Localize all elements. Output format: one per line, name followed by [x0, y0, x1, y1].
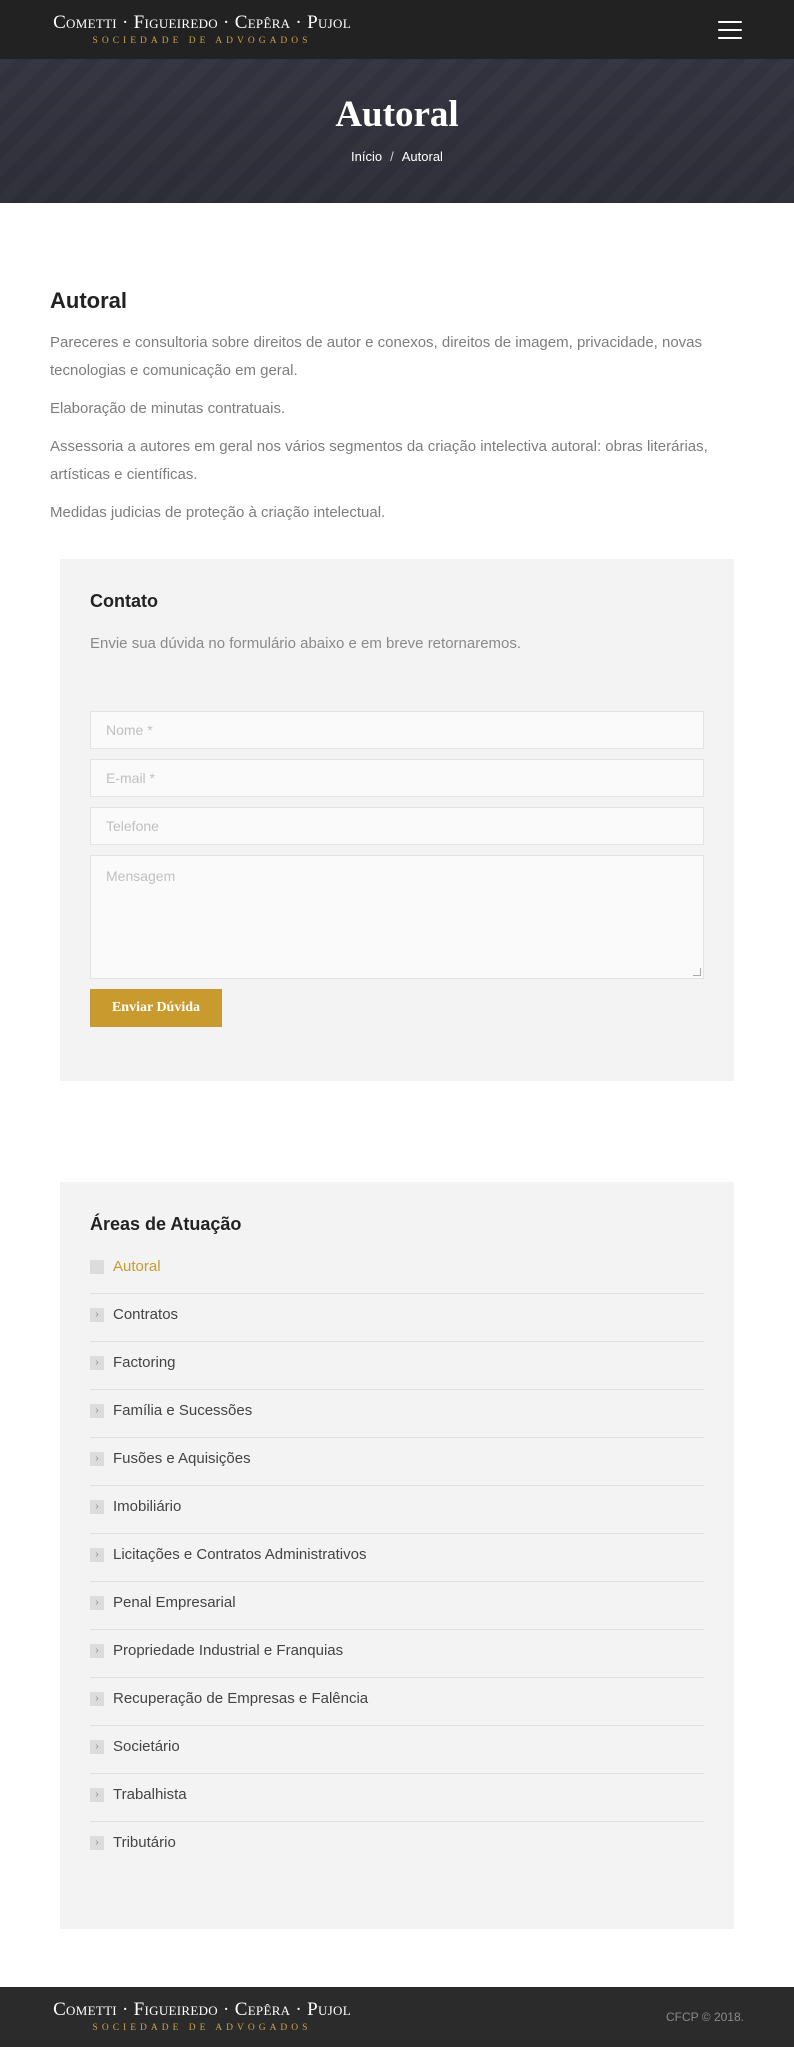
chevron-right-icon: ›: [90, 1404, 104, 1418]
chevron-right-icon: ›: [90, 1836, 104, 1850]
practice-area-item[interactable]: › Imobiliário: [90, 1486, 704, 1534]
practice-areas-card: Áreas de Atuação Autoral › Contratos › Fac…: [60, 1182, 734, 1929]
description-text: Pareceres e consultoria sobre direitos d…: [50, 329, 744, 527]
practice-area-label: Autoral: [113, 1258, 161, 1275]
practice-area-item[interactable]: › Factoring: [90, 1342, 704, 1390]
practice-area-item[interactable]: › Societário: [90, 1726, 704, 1774]
chevron-right-icon: ›: [90, 1500, 104, 1514]
contact-description: Envie sua dúvida no formulário abaixo e …: [90, 635, 522, 652]
practice-areas-list: Autoral › Contratos › Factoring › Família e…: [90, 1246, 704, 1870]
practice-area-item[interactable]: › Penal Empresarial: [90, 1582, 704, 1630]
chevron-right-icon: ›: [90, 1788, 104, 1802]
chevron-right-icon: ›: [90, 1644, 104, 1658]
description-paragraph: Elaboração de minutas contratuais.: [50, 400, 286, 417]
submit-button[interactable]: Enviar Dúvida: [90, 989, 222, 1027]
hamburger-icon[interactable]: [718, 20, 742, 39]
practice-area-item[interactable]: › Trabalhista: [90, 1774, 704, 1822]
phone-field[interactable]: Telefone: [90, 807, 704, 845]
contact-form: Nome * E-mail * Telefone Mensagem Enviar…: [90, 711, 704, 1027]
contact-card: Contato Envie sua dúvida no formulário a…: [60, 559, 734, 1081]
name-field[interactable]: Nome *: [90, 711, 704, 749]
chevron-right-icon: ›: [90, 1308, 104, 1322]
practice-area-item[interactable]: Autoral: [90, 1246, 704, 1294]
practice-area-item[interactable]: › Licitações e Contratos Administrativos: [90, 1534, 704, 1582]
practice-areas-title: Áreas de Atuação: [90, 1214, 242, 1234]
practice-area-label: Fusões e Aquisições: [113, 1450, 251, 1467]
contact-title: Contato: [90, 591, 158, 611]
practice-area-label: Imobiliário: [113, 1498, 182, 1515]
message-placeholder: Mensagem: [106, 868, 176, 884]
checkbox-icon: [90, 1260, 104, 1274]
main-content: Autoral Pareceres e consultoria sobre di…: [0, 287, 794, 1929]
breadcrumb-current: Autoral: [401, 149, 443, 164]
footer-logo-subtitle: SOCIEDADE DE ADVOGADOS: [92, 2023, 312, 2033]
logo-subtitle: SOCIEDADE DE ADVOGADOS: [92, 35, 312, 46]
practice-area-label: Tributário: [113, 1834, 176, 1851]
breadcrumb: Início / Autoral: [351, 149, 443, 164]
copyright-text: CFCP © 2018.: [666, 2010, 744, 2024]
practice-area-item[interactable]: › Família e Sucessões: [90, 1390, 704, 1438]
chevron-right-icon: ›: [90, 1596, 104, 1610]
practice-area-item[interactable]: › Tributário: [90, 1822, 704, 1870]
practice-area-label: Propriedade Industrial e Franquias: [113, 1642, 344, 1659]
practice-area-label: Licitações e Contratos Administrativos: [113, 1546, 367, 1563]
practice-area-item[interactable]: › Propriedade Industrial e Franquias: [90, 1630, 704, 1678]
practice-area-item[interactable]: › Recuperação de Empresas e Falência: [90, 1678, 704, 1726]
practice-area-label: Trabalhista: [113, 1786, 187, 1803]
footer-logo-firm-names: Cometti · Figueiredo · Cepêra · Pujol: [53, 1999, 351, 2020]
practice-area-label: Recuperação de Empresas e Falência: [113, 1690, 369, 1707]
practice-area-label: Família e Sucessões: [113, 1402, 253, 1419]
breadcrumb-home-link[interactable]: Início: [351, 149, 382, 164]
practice-area-label: Contratos: [113, 1306, 179, 1323]
email-field[interactable]: E-mail *: [90, 759, 704, 797]
practice-area-item[interactable]: › Fusões e Aquisições: [90, 1438, 704, 1486]
top-navbar: Cometti · Figueiredo · Cepêra · Pujol SO…: [0, 0, 794, 59]
chevron-right-icon: ›: [90, 1548, 104, 1562]
banner-title: Autoral: [335, 94, 459, 135]
practice-area-label: Factoring: [113, 1354, 176, 1371]
practice-area-item[interactable]: › Contratos: [90, 1294, 704, 1342]
message-field[interactable]: Mensagem: [90, 855, 704, 979]
breadcrumb-separator: /: [390, 149, 394, 164]
logo-firm-names: Cometti · Figueiredo · Cepêra · Pujol: [53, 11, 351, 33]
practice-area-label: Penal Empresarial: [113, 1594, 236, 1611]
page-heading: Autoral: [50, 288, 127, 313]
chevron-right-icon: ›: [90, 1452, 104, 1466]
site-logo[interactable]: Cometti · Figueiredo · Cepêra · Pujol SO…: [50, 11, 354, 47]
resize-handle-icon[interactable]: [693, 968, 701, 976]
footer-logo[interactable]: Cometti · Figueiredo · Cepêra · Pujol SO…: [50, 2000, 354, 2034]
description-paragraph: Pareceres e consultoria sobre direitos d…: [50, 334, 703, 379]
page-banner: Autoral Início / Autoral: [0, 59, 794, 203]
description-paragraph: Assessoria a autores em geral nos vários…: [50, 438, 708, 483]
chevron-right-icon: ›: [90, 1740, 104, 1754]
chevron-right-icon: ›: [90, 1356, 104, 1370]
practice-area-label: Societário: [113, 1738, 180, 1755]
footer: Cometti · Figueiredo · Cepêra · Pujol SO…: [0, 1987, 794, 2047]
chevron-right-icon: ›: [90, 1692, 104, 1706]
description-paragraph: Medidas judicias de proteção à criação i…: [50, 504, 386, 521]
